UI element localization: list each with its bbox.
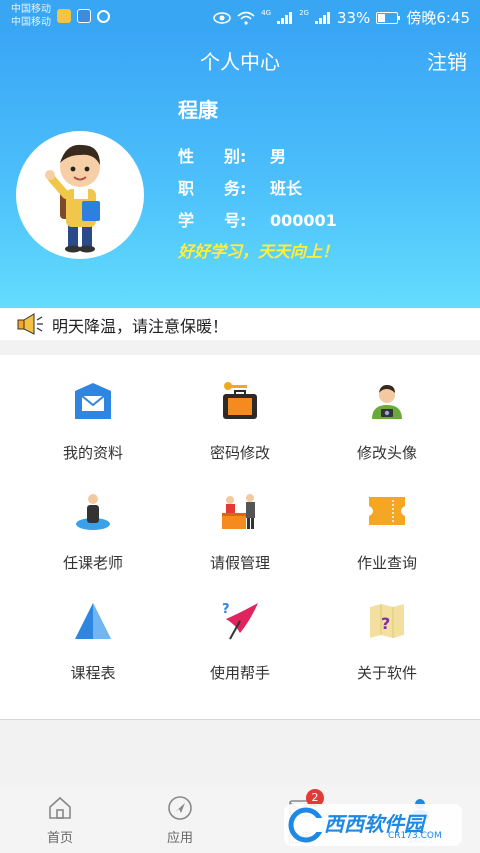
home-icon (49, 796, 71, 819)
notice-bar[interactable]: 明天降温，请注意保暖！ (0, 308, 480, 340)
status-bar: 中国移动 中国移动 4G 2G 33% 傍晚6:45 (0, 0, 480, 32)
person-camera-icon (372, 385, 402, 419)
divider (0, 719, 480, 720)
leave-desk-icon (222, 494, 255, 529)
menu-label: 密码修改 (209, 444, 270, 462)
watermark-logo: 西西软件园 CR173.COM (284, 804, 462, 846)
menu-item-schedule[interactable]: 课程表 (13, 575, 173, 685)
student-id-value: 000001 (270, 211, 337, 230)
page-title: 个人中心 (200, 50, 280, 74)
menu-item-my-profile[interactable]: 我的资料 (13, 355, 173, 465)
notice-text: 明天降温，请注意保暖！ (52, 317, 229, 336)
map-question-icon: ? (370, 604, 404, 638)
megaphone-icon (17, 313, 43, 335)
menu-label: 关于软件 (356, 664, 417, 682)
umbrella-question-icon: ? (222, 602, 258, 640)
menu-item-change-avatar[interactable]: 修改头像 (307, 355, 467, 465)
teacher-icon (76, 494, 110, 530)
menu-item-leave-management[interactable]: 请假管理 (160, 465, 320, 575)
signal-icon (314, 11, 331, 24)
sync-icon (97, 10, 110, 23)
profile-header: 个人中心 注销 程康 性别: 男 职 务: 班长 学 号: 000001 好好学… (0, 32, 480, 308)
watermark-emblem-icon (288, 807, 324, 843)
svg-text:?: ? (381, 614, 390, 633)
position-label: 职务: (178, 179, 247, 198)
student-id-label: 学号: (178, 211, 247, 230)
tab-label: 首页 (46, 831, 73, 846)
app-notification-icon (77, 9, 91, 23)
menu-label: 任课老师 (62, 554, 123, 572)
student-id-row: 学号: 000001 (178, 207, 337, 231)
gender-label: 性别: (178, 147, 247, 166)
mail-icon (75, 383, 111, 419)
carrier-label: 中国移动 (11, 4, 51, 15)
compass-icon (168, 796, 192, 820)
menu-label: 作业查询 (356, 554, 417, 572)
position-row: 职务: 班长 (178, 175, 302, 199)
logout-button[interactable]: 注销 (427, 46, 467, 75)
watermark-url: CR173.COM (388, 831, 442, 841)
menu-label: 使用帮手 (209, 664, 270, 682)
eye-icon (213, 11, 231, 24)
motto: 好好学习，天天向上！ (178, 242, 339, 261)
menu-grid: 我的资料 密码修改 修改头像 任课老师 请假管理 作业查询 课程表 ? 使用帮手… (0, 355, 480, 719)
carrier-label: 中国移动 (11, 17, 51, 28)
menu-item-about[interactable]: ? 关于软件 (307, 575, 467, 685)
triangle-icon (75, 603, 111, 639)
wifi-icon (237, 11, 255, 25)
network-type-label: 4G (261, 8, 272, 17)
clock: 傍晚6:45 (406, 9, 470, 27)
ticket-icon (369, 497, 405, 525)
battery-percent: 33% (336, 8, 371, 27)
menu-label: 请假管理 (209, 554, 270, 572)
tab-label: 应用 (166, 831, 193, 846)
mail-notification-icon (57, 9, 71, 23)
gender-row: 性别: 男 (178, 143, 286, 167)
menu-label: 修改头像 (356, 444, 417, 462)
svg-text:?: ? (222, 602, 230, 617)
menu-item-change-password[interactable]: 密码修改 (160, 355, 320, 465)
user-name: 程康 (178, 98, 218, 122)
menu-label: 我的资料 (62, 444, 123, 462)
avatar[interactable] (16, 131, 144, 259)
position-value: 班长 (270, 179, 303, 198)
menu-label: 课程表 (70, 664, 116, 682)
tab-apps[interactable]: 应用 (120, 785, 240, 853)
status-right: 4G 2G 33% 傍晚6:45 (213, 7, 470, 28)
gender-value: 男 (270, 147, 287, 166)
student-avatar-icon (45, 144, 100, 253)
network-type-label: 2G (299, 8, 309, 17)
tab-home[interactable]: 首页 (0, 785, 120, 853)
briefcase-key-icon (223, 382, 257, 419)
menu-item-homework[interactable]: 作业查询 (307, 465, 467, 575)
signal-icon (277, 11, 293, 24)
battery-icon (376, 11, 401, 24)
menu-item-teachers[interactable]: 任课老师 (13, 465, 173, 575)
menu-item-help[interactable]: ? 使用帮手 (160, 575, 320, 685)
